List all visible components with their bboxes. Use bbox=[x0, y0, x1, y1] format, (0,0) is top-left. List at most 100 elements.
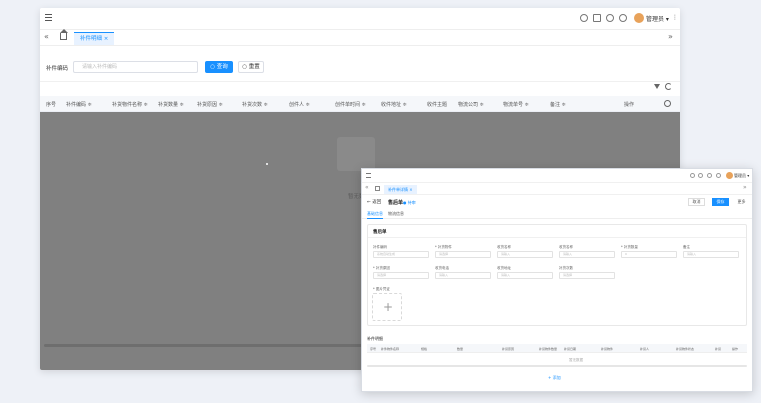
tab-parts-detail[interactable]: 补件明细 × bbox=[74, 32, 115, 45]
bell-icon[interactable] bbox=[606, 14, 614, 22]
horizontal-scrollbar[interactable] bbox=[367, 365, 747, 367]
col-header[interactable]: 补件编码 ≑ bbox=[66, 101, 92, 108]
bell-icon[interactable] bbox=[707, 173, 712, 178]
form-input[interactable]: 请输入 bbox=[497, 272, 553, 279]
reset-button[interactable]: ○ 重置 bbox=[238, 61, 264, 73]
field-label: 收货名称 bbox=[559, 245, 573, 249]
detail-window: 管理员 ▾ « 补件单详情 × » ← 返回 售后单 ● 待审 取消 保存 更多… bbox=[361, 168, 753, 392]
gear-icon[interactable] bbox=[664, 100, 671, 107]
user-menu[interactable]: 管理员 ▾ bbox=[734, 173, 749, 179]
field-label: 备注 bbox=[683, 245, 690, 249]
search-input[interactable]: 请输入补件编码 bbox=[73, 61, 198, 73]
col-header[interactable]: 补货物件名称 ≑ bbox=[112, 101, 148, 108]
col-header: 序号 bbox=[46, 102, 57, 108]
loading-dot bbox=[266, 163, 268, 165]
field-label: * 补货原因 bbox=[373, 266, 390, 270]
field-label: 收货名称 bbox=[497, 245, 511, 249]
field-label: 收货地址 bbox=[497, 266, 511, 270]
upload-label: * 图片凭证 bbox=[373, 287, 390, 291]
more-button[interactable]: 更多 bbox=[734, 198, 749, 206]
form-select[interactable]: 请选择 bbox=[373, 272, 429, 279]
canvas: 管理员 ▾ ⋮ « 补件明细 × » 补件编码 请输入补件编码 ○ 查询 ○ 重… bbox=[0, 0, 761, 403]
col-header[interactable]: 物流单号 ≑ bbox=[503, 101, 529, 108]
tab-bar: « 补件单详情 × » bbox=[362, 183, 752, 195]
detail-table-header: 序号 补件物件名称 规格 数量 补货原因 补货物件数量 补货日期 补货物件 补货… bbox=[367, 344, 747, 353]
col-header[interactable]: 创件单时间 ≑ bbox=[335, 101, 366, 108]
save-button[interactable]: 保存 bbox=[712, 198, 729, 206]
col-header: 补货物件 bbox=[601, 346, 614, 351]
detail-header: ← 返回 售后单 ● 待审 取消 保存 更多 bbox=[362, 196, 752, 208]
col-header[interactable]: 收件地址 ≑ bbox=[381, 101, 407, 108]
form-input[interactable]: 0 bbox=[621, 251, 677, 258]
form-input[interactable]: 请输入 bbox=[559, 251, 615, 258]
form-input[interactable]: 系统自动生成 bbox=[373, 251, 429, 258]
search-icon[interactable] bbox=[580, 14, 588, 22]
tab-basic-info[interactable]: 基础信息 bbox=[367, 211, 383, 219]
col-header: 补货原因 bbox=[502, 346, 515, 351]
col-header: 操作 bbox=[732, 346, 739, 351]
col-header: 数量 bbox=[457, 346, 464, 351]
form-input[interactable]: 请输入 bbox=[683, 251, 739, 258]
form-select[interactable]: 请选择 bbox=[435, 251, 491, 258]
back-button[interactable]: ← 返回 bbox=[367, 199, 381, 205]
upload-box[interactable]: + bbox=[372, 293, 402, 321]
col-header: 收件主题 bbox=[427, 102, 448, 108]
top-bar: 管理员 ▾ bbox=[362, 169, 752, 183]
col-header: 规格 bbox=[421, 346, 428, 351]
collapse-left-icon[interactable]: « bbox=[44, 32, 49, 41]
col-header[interactable]: 创件人 ≑ bbox=[289, 101, 310, 108]
filter-icon[interactable] bbox=[654, 84, 660, 89]
table-header: 序号 补件编码 ≑ 补货物件名称 ≑ 补货数量 ≑ 补货原因 ≑ 补货次数 ≑ … bbox=[40, 96, 680, 112]
sub-tabs: 基础信息 物流信息 bbox=[362, 209, 752, 219]
form-card: 售后单 补件编码 系统自动生成 * 补货物件 请选择 收货名称 请输入 收货名称… bbox=[367, 224, 747, 326]
col-header[interactable]: 补货原因 ≑ bbox=[197, 101, 223, 108]
collapse-right-icon[interactable]: » bbox=[668, 32, 673, 41]
search-panel: 补件编码 请输入补件编码 ○ 查询 ○ 重置 bbox=[40, 52, 680, 82]
collapse-right-icon[interactable]: » bbox=[743, 184, 747, 191]
menu-icon[interactable] bbox=[45, 14, 52, 21]
col-header: 补货 bbox=[715, 346, 722, 351]
col-header[interactable]: 补货次数 ≑ bbox=[242, 101, 268, 108]
col-header[interactable]: 备注 ≑ bbox=[550, 101, 566, 108]
message-icon[interactable] bbox=[698, 173, 703, 178]
user-menu[interactable]: 管理员 ▾ bbox=[646, 14, 669, 23]
col-header: 补货日期 bbox=[564, 346, 577, 351]
card-title: 售后单 bbox=[373, 230, 387, 235]
page-title: 售后单 bbox=[388, 200, 404, 206]
menu-icon[interactable] bbox=[366, 173, 371, 178]
tab-bar: « 补件明细 × » bbox=[40, 29, 680, 46]
col-header: 补货人 bbox=[640, 346, 650, 351]
divider bbox=[368, 237, 746, 238]
cancel-button[interactable]: 取消 bbox=[688, 198, 705, 206]
form-select[interactable]: 请选择 bbox=[559, 272, 615, 279]
tab-logistics-info[interactable]: 物流信息 bbox=[388, 211, 404, 217]
search-label: 补件编码 bbox=[46, 66, 69, 72]
globe-icon[interactable] bbox=[619, 14, 627, 22]
collapse-left-icon[interactable]: « bbox=[365, 184, 369, 191]
form-input[interactable]: 请输入 bbox=[435, 272, 491, 279]
home-icon[interactable] bbox=[60, 29, 68, 40]
col-header[interactable]: 物流公司 ≑ bbox=[458, 101, 484, 108]
add-row-button[interactable]: + 添加 bbox=[548, 375, 561, 381]
field-label: 补件编码 bbox=[373, 245, 387, 249]
status-badge: ● 待审 bbox=[403, 199, 416, 205]
col-header[interactable]: 补货数量 ≑ bbox=[158, 101, 184, 108]
avatar[interactable] bbox=[726, 172, 733, 179]
message-icon[interactable] bbox=[593, 14, 601, 22]
query-button[interactable]: ○ 查询 bbox=[205, 61, 233, 73]
col-header: 序号 bbox=[370, 346, 377, 351]
home-icon[interactable] bbox=[375, 186, 380, 191]
form-input[interactable]: 请输入 bbox=[497, 251, 553, 258]
empty-box-icon bbox=[337, 137, 375, 171]
top-bar: 管理员 ▾ ⋮ bbox=[40, 8, 680, 30]
globe-icon[interactable] bbox=[716, 173, 721, 178]
table-toolbar bbox=[40, 82, 680, 96]
more-icon[interactable]: ⋮ bbox=[672, 14, 678, 21]
refresh-icon[interactable] bbox=[665, 83, 672, 90]
col-header: 补货物件数量 bbox=[539, 346, 558, 351]
search-icon[interactable] bbox=[690, 173, 695, 178]
section-title: 补件明细 bbox=[367, 336, 383, 341]
tab-detail[interactable]: 补件单详情 × bbox=[384, 185, 417, 194]
avatar[interactable] bbox=[634, 13, 644, 23]
plus-icon: + bbox=[383, 300, 394, 314]
